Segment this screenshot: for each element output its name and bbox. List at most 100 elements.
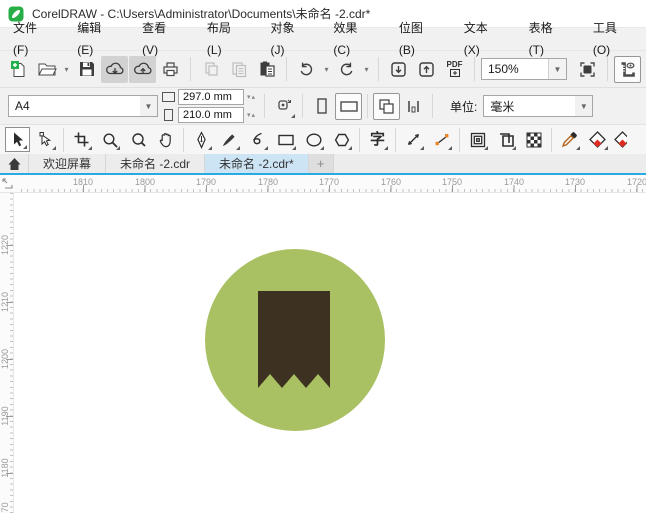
units-caret: ▼ [575,96,593,116]
page-height-icon [164,109,173,121]
zoom-in-tool[interactable] [97,127,122,152]
rectangle-tool[interactable] [273,127,298,152]
separator [378,57,379,81]
separator [183,127,184,152]
vruler-label: 1180 [0,458,10,478]
vruler-label: 1210 [0,291,10,313]
separator [367,94,369,118]
copy-button[interactable] [225,56,252,83]
menu-item-7[interactable]: 文本(X) [451,17,516,61]
menu-item-3[interactable]: 布局(L) [194,17,258,61]
separator [607,57,608,81]
hruler-label: 1720 [626,177,646,187]
connector-tool[interactable] [429,127,454,152]
cloud-upload-button[interactable] [129,55,156,83]
pen-tool[interactable] [189,127,214,152]
all-pages-button[interactable] [373,92,401,120]
open-dropdown-caret[interactable]: ▾ [61,65,72,74]
new-document-button[interactable] [5,56,32,83]
pick-tool[interactable] [5,127,30,152]
tab-document-1[interactable]: 未命名 -2.cdr [106,154,206,173]
shape-tool[interactable] [33,127,58,152]
drop-shadow-tool[interactable] [493,127,518,152]
horizontal-ruler[interactable]: 1810 1800 1790 1780 1770 1760 1750 1740 1730 1720 [0,175,646,193]
paste-button[interactable] [253,56,280,83]
redo-dropdown-caret[interactable]: ▾ [361,65,372,74]
cloud-download-button[interactable] [101,55,128,83]
undo-button[interactable] [293,56,320,83]
hruler-label: 1790 [195,177,217,187]
new-tab-button[interactable]: + [308,154,334,173]
print-button[interactable] [157,56,184,83]
hruler-label: 1800 [134,177,156,187]
vertical-ruler[interactable]: 1220 1210 1200 1190 1180 1170 [0,193,14,513]
menu-item-4[interactable]: 对象(J) [257,17,320,61]
eyedropper-tool[interactable] [557,127,582,152]
vruler-label: 1200 [0,348,10,370]
toolbox: 字 [0,124,646,154]
separator [302,94,304,118]
page-size-combo[interactable]: A4 ▼ [8,95,158,117]
pan-tool[interactable] [153,127,178,152]
property-bar: A4 ▼ 297.0 mm ▾ ▴ 210.0 mm ▾ ▴ 单位: 毫米 ▼ [0,87,646,124]
menu-item-9[interactable]: 工具(O) [580,17,646,61]
save-button[interactable] [73,56,100,83]
page-height-field[interactable]: 210.0 mm [178,107,244,123]
page-dimensions: 297.0 mm ▾ ▴ 210.0 mm ▾ ▴ [162,89,255,123]
separator [190,57,191,81]
page-width-field[interactable]: 297.0 mm [178,89,244,105]
smart-fill-tool[interactable] [613,127,627,152]
welcome-home-tab[interactable] [0,154,29,173]
autofit-page-button[interactable] [270,93,297,120]
export-button[interactable] [413,56,440,83]
menu-item-5[interactable]: 效果(C) [320,17,386,61]
landscape-button[interactable] [335,92,363,120]
ellipse-tool[interactable] [301,127,326,152]
zoom-dropdown-caret[interactable]: ▼ [548,59,566,79]
menu-item-0[interactable]: 文件(F) [0,17,64,61]
freehand-curve-tool[interactable] [245,127,270,152]
interactive-fill-tool[interactable] [585,127,610,152]
open-button[interactable] [33,56,60,83]
menu-item-6[interactable]: 位图(B) [386,17,451,61]
hruler-label: 1760 [380,177,402,187]
zoom-out-tool[interactable] [125,127,150,152]
import-button[interactable] [385,56,412,83]
hruler-label: 1740 [503,177,525,187]
zoom-level-combo[interactable]: 150% ▼ [481,58,567,80]
separator [264,94,266,118]
bookmark-ribbon-shape[interactable] [258,291,330,389]
menu-item-2[interactable]: 查看(V) [129,17,194,61]
contour-tool[interactable] [465,127,490,152]
crop-tool[interactable] [69,127,94,152]
dimension-tool[interactable] [401,127,426,152]
page-height-spinner[interactable]: ▾ ▴ [247,111,255,119]
show-rulers-button[interactable] [614,55,641,83]
cut-button[interactable] [197,56,224,83]
drawing-canvas[interactable] [14,193,646,513]
undo-dropdown-caret[interactable]: ▾ [321,65,332,74]
redo-button[interactable] [333,56,360,83]
publish-pdf-button[interactable]: PDF [441,56,468,83]
text-tool[interactable]: 字 [365,127,390,152]
brush-tool[interactable] [217,127,242,152]
units-combo[interactable]: 毫米 ▼ [483,95,594,117]
hruler-label: 1810 [72,177,94,187]
transparency-tool[interactable] [521,127,546,152]
units-value: 毫米 [490,99,515,114]
fullscreen-preview-button[interactable] [574,56,601,83]
separator [63,127,64,152]
separator [286,57,287,81]
menu-item-8[interactable]: 表格(T) [516,17,580,61]
page-width-icon [162,92,175,102]
menu-bar: 文件(F) 编辑(E) 查看(V) 布局(L) 对象(J) 效果(C) 位图(B) 文本(X)… [0,21,646,57]
tab-document-2-active[interactable]: 未命名 -2.cdr* [205,154,309,173]
page-width-spinner[interactable]: ▾ ▴ [247,93,255,101]
ruler-origin-icon[interactable] [1,177,15,191]
polygon-tool[interactable] [329,127,354,152]
menu-item-1[interactable]: 编辑(E) [64,17,129,61]
tab-welcome-screen[interactable]: 欢迎屏幕 [29,154,107,173]
current-page-button[interactable] [400,93,427,120]
hruler-label: 1730 [564,177,586,187]
portrait-button[interactable] [308,93,335,120]
